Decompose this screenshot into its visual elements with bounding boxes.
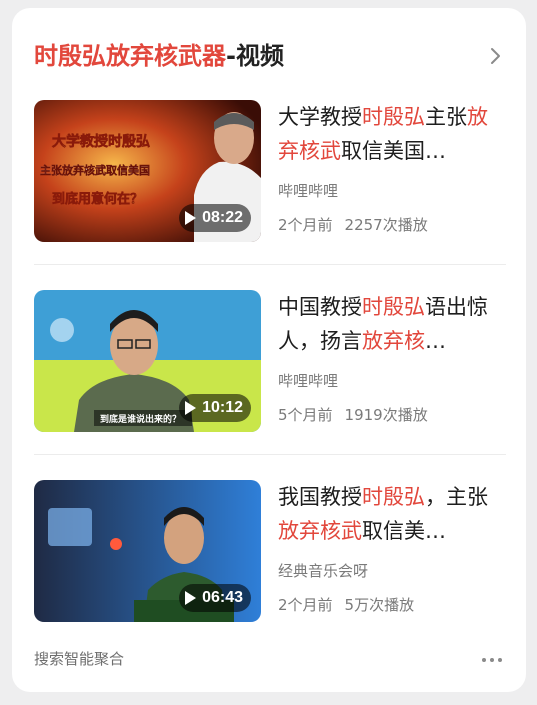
card-title: 时殷弘放弃核武器-视频	[34, 42, 284, 70]
video-result-card: 时殷弘放弃核武器-视频 大学教授时殷弘 主张放弃核武取信美国 到底用意何在？ 0…	[12, 8, 526, 692]
video-info: 中国教授时殷弘语出惊人，扬言放弃核… 哔哩哔哩 5个月前 1919次播放	[278, 290, 506, 432]
more-icon[interactable]	[482, 658, 502, 662]
video-info: 大学教授时殷弘主张放弃核武取信美国… 哔哩哔哩 2个月前 2257次播放	[278, 100, 506, 242]
thumb-caption-line: 到底是谁说出来的？	[100, 413, 181, 425]
video-title[interactable]: 我国教授时殷弘，主张放弃核武取信美…	[278, 480, 506, 548]
uploader-name: 经典音乐会呀	[278, 562, 369, 580]
footer-label: 搜索智能聚合	[34, 650, 125, 668]
play-icon	[185, 211, 197, 225]
card-header[interactable]: 时殷弘放弃核武器-视频	[34, 36, 506, 76]
video-meta: 2个月前 5万次播放	[278, 596, 415, 614]
thumb-caption-line: 主张放弃核武取信美国	[40, 163, 150, 177]
video-item[interactable]: 06:43 我国教授时殷弘，主张放弃核武取信美… 经典音乐会呀 2个月前 5万次播…	[34, 480, 506, 622]
chevron-right-icon[interactable]	[486, 47, 504, 65]
video-thumbnail[interactable]: 大学教授时殷弘 主张放弃核武取信美国 到底用意何在？ 08:22	[34, 100, 261, 242]
uploader-name: 哔哩哔哩	[278, 182, 339, 200]
divider	[34, 264, 506, 265]
video-thumbnail[interactable]: 06:43	[34, 480, 261, 622]
divider	[34, 454, 506, 455]
duration-badge: 06:43	[179, 584, 251, 612]
thumb-caption-line: 大学教授时殷弘	[52, 133, 150, 150]
video-title[interactable]: 中国教授时殷弘语出惊人，扬言放弃核…	[278, 290, 506, 358]
play-icon	[185, 591, 197, 605]
uploader-name: 哔哩哔哩	[278, 372, 339, 390]
play-icon	[185, 401, 197, 415]
video-item[interactable]: 大学教授时殷弘 主张放弃核武取信美国 到底用意何在？ 08:22 大学教授时殷弘…	[34, 100, 506, 242]
video-title[interactable]: 大学教授时殷弘主张放弃核武取信美国…	[278, 100, 506, 168]
thumb-caption-line: 到底用意何在？	[52, 191, 143, 207]
duration-badge: 10:12	[179, 394, 251, 422]
duration-badge: 08:22	[179, 204, 251, 232]
video-thumbnail[interactable]: 到底是谁说出来的？ 10:12	[34, 290, 261, 432]
video-meta: 2个月前 2257次播放	[278, 216, 428, 234]
video-meta: 5个月前 1919次播放	[278, 406, 428, 424]
video-item[interactable]: 到底是谁说出来的？ 10:12 中国教授时殷弘语出惊人，扬言放弃核… 哔哩哔哩 …	[34, 290, 506, 432]
video-info: 我国教授时殷弘，主张放弃核武取信美… 经典音乐会呀 2个月前 5万次播放	[278, 480, 506, 622]
